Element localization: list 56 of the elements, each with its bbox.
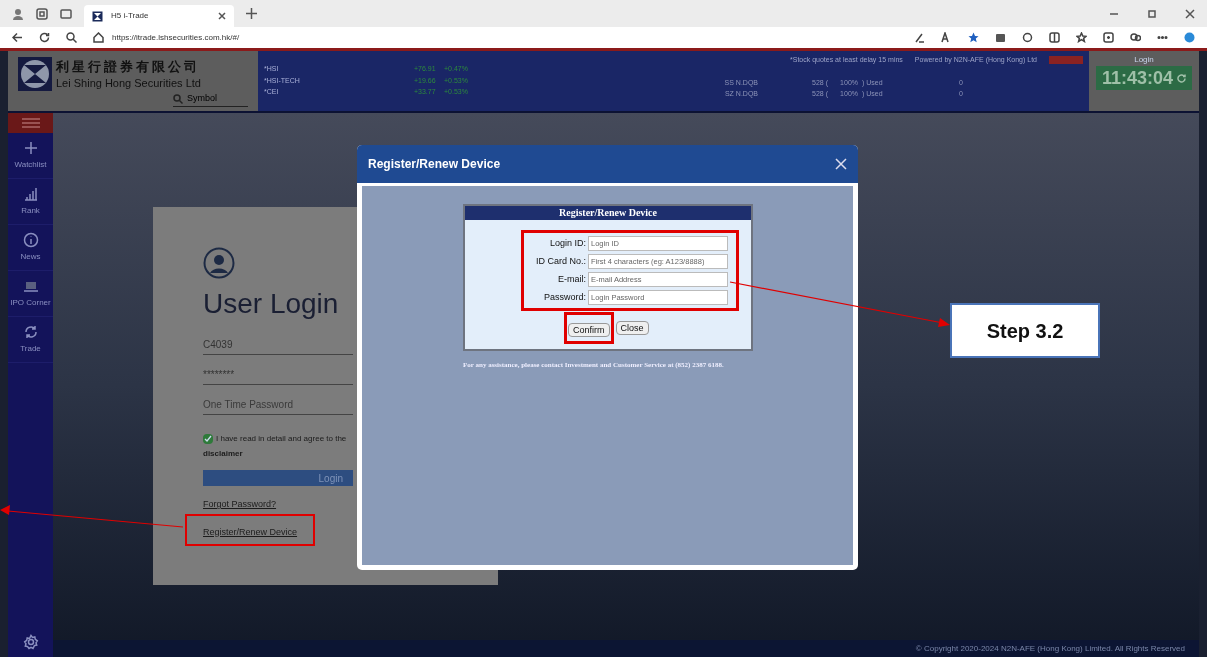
feedback-icon[interactable] [1130,32,1141,43]
clock-time: 11:43:04 [1101,66,1174,90]
settings-icon[interactable] [22,634,39,650]
login-title: User Login [203,287,340,321]
copilot-icon[interactable] [1184,32,1195,43]
bar-chart-icon [22,186,39,202]
login-label: Login [1134,54,1154,66]
favorites-icon[interactable] [1076,32,1087,43]
company-name: Lei Shing Hong Securities Ltd [56,76,201,91]
step-callout: Step 3.2 [950,303,1100,358]
search-icon [66,32,77,43]
form-panel-title: Register/Renew Device [465,206,751,220]
user-id-field[interactable]: C4039 [203,337,353,355]
confirm-button[interactable]: Confirm [568,323,610,337]
collections-icon[interactable] [1103,32,1114,43]
menu-icon [20,117,41,129]
sync-icon [22,324,39,340]
refresh-icon [1177,73,1187,83]
split-screen-icon[interactable] [1049,32,1060,43]
site-logo-icon [92,10,103,22]
close-icon[interactable] [835,158,847,170]
symbol-search-field[interactable]: Symbol [187,92,242,106]
tab-actions-icon [60,7,72,20]
read-aloud-icon[interactable] [914,32,925,43]
plus-icon [22,140,39,156]
restore-icon [1147,8,1157,19]
copyright-text: © Copyright 2020-2024 N2N-AFE (Hong Kong) Limited. All Rights Reserved [915,642,1185,655]
company-name-chinese: 利星行證券有限公司 [56,58,201,77]
user-avatar-icon [203,247,235,279]
company-logo-icon [18,57,52,91]
close-button[interactable]: Close [615,321,649,335]
field-label: E-mail: [558,272,586,286]
browser-tab[interactable]: H5 i-Trade [84,5,234,27]
url-text: https://itrade.lshsecurities.com.hk/#/ [112,31,240,44]
tab-title: H5 i-Trade [111,10,150,22]
field-label: ID Card No.: [536,254,586,268]
search-icon [173,93,183,104]
star-icon[interactable] [968,32,979,43]
close-icon [218,12,226,20]
field-label: Login ID: [549,236,586,250]
password-field[interactable]: ******** [203,367,353,385]
field-label: Password: [543,290,586,304]
refresh-icon [39,32,50,43]
text-size-icon[interactable] [941,32,952,43]
collections-icon [36,7,48,20]
home-icon [93,32,104,43]
register-device-link[interactable]: Register/Renew Device [203,526,298,537]
otp-field[interactable]: One Time Password [203,397,353,412]
info-icon [22,232,39,248]
forgot-password-link[interactable]: Forgot Password? [203,498,277,512]
close-window-icon [1185,8,1195,19]
new-tab-icon [246,8,257,19]
dialog-title: Register/Renew Device [368,156,501,173]
profile-icon [12,7,24,20]
back-icon [12,32,23,43]
agree-checkbox[interactable] [203,434,213,444]
